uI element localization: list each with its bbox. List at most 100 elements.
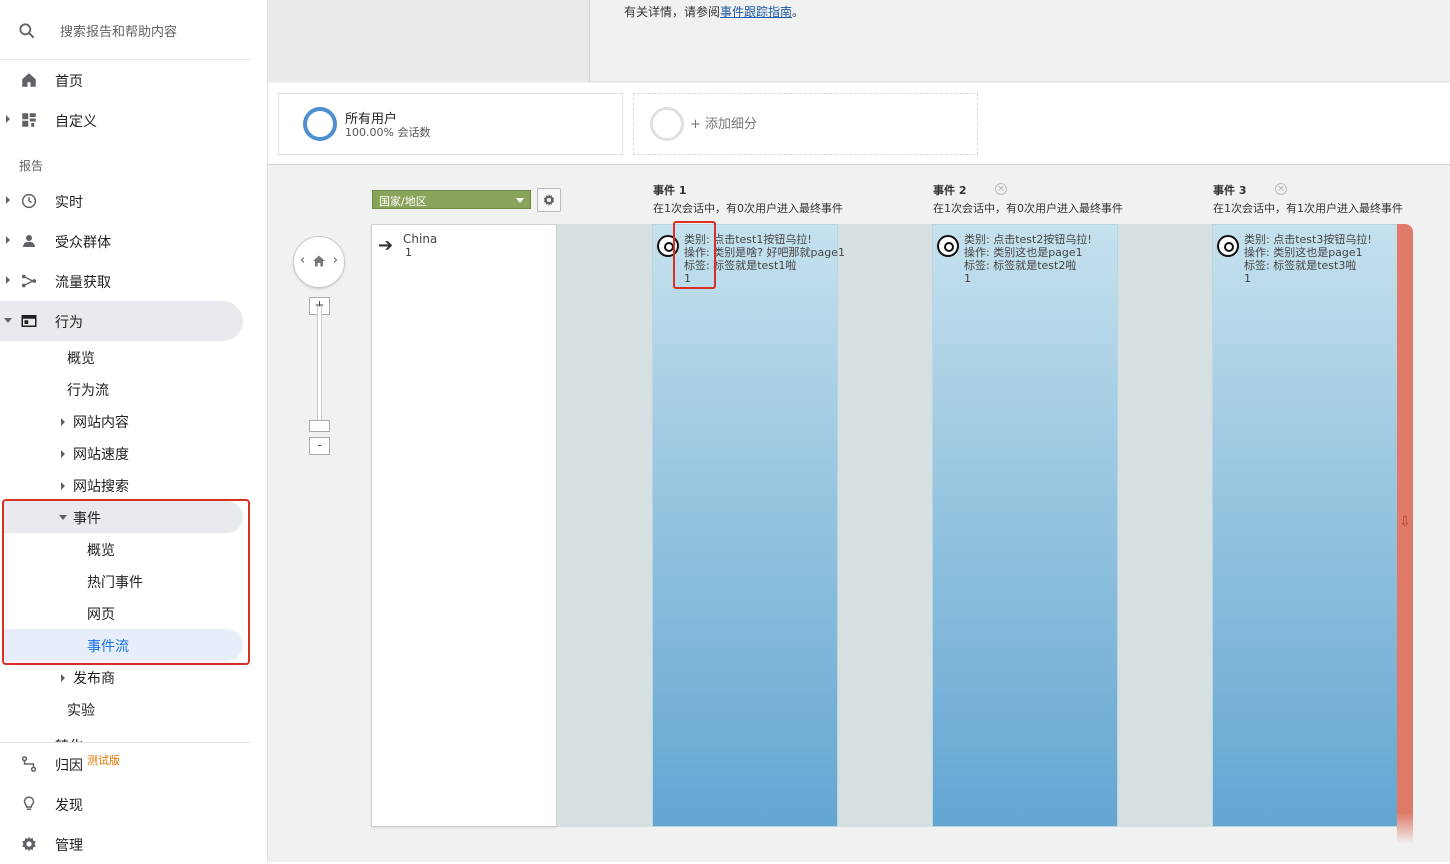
sidebar: 搜索报告和帮助内容 首页 自定义 报告 实时 受众群体 流量获取 行为 概览 行… xyxy=(0,0,268,862)
flow-link xyxy=(557,224,652,827)
event-category: 类别: 点击test2按钮乌拉! xyxy=(964,233,1092,246)
gear-icon xyxy=(543,194,555,206)
gear-icon xyxy=(22,836,36,852)
nav-behavior-label: 行为 xyxy=(55,315,83,331)
expand-icon xyxy=(6,236,10,244)
nav-site-search[interactable]: 网站搜索 xyxy=(0,469,243,501)
nav-discover-label: 发现 xyxy=(55,798,83,814)
event-column-subtitle: 在1次会话中，有1次用户进入最终事件 xyxy=(1213,202,1403,215)
add-segment-button[interactable]: + 添加细分 xyxy=(633,93,978,155)
expand-icon xyxy=(6,115,10,123)
flow-link xyxy=(1117,224,1212,827)
event-count: 1 xyxy=(964,272,971,285)
person-icon xyxy=(23,235,35,247)
main-content: 有关详情，请参阅事件跟踪指南。 所有用户 100.00% 会话数 + 添加细分 … xyxy=(268,0,1450,862)
behavior-icon xyxy=(21,315,37,327)
nav-publisher-label: 发布商 xyxy=(73,671,115,687)
event-count: 1 xyxy=(1244,272,1251,285)
remove-step-icon[interactable]: × xyxy=(995,183,1007,195)
entry-arrow-icon: ➔ xyxy=(378,235,394,256)
start-node-count: 1 xyxy=(405,246,412,259)
zoom-out-button[interactable]: - xyxy=(309,437,330,455)
beta-badge: 测试版 xyxy=(87,754,120,767)
collapse-icon xyxy=(4,318,12,323)
info-left-pane xyxy=(268,0,590,82)
expand-icon xyxy=(6,276,10,284)
event-tracking-guide-link[interactable]: 事件跟踪指南 xyxy=(720,5,792,19)
event-action: 操作: 类别这也是page1 xyxy=(964,246,1083,259)
info-text: 有关详情，请参阅事件跟踪指南。 xyxy=(624,3,804,20)
dimension-select-value: 国家/地区 xyxy=(379,195,427,208)
search-bar[interactable]: 搜索报告和帮助内容 xyxy=(0,0,251,60)
nav-acquisition-label: 流量获取 xyxy=(55,275,111,291)
nav-attribution[interactable]: 归因 xyxy=(0,744,243,784)
nav-behavior[interactable]: 行为 xyxy=(0,301,243,341)
start-node-name: China xyxy=(403,232,438,246)
pan-left-icon[interactable]: ‹ xyxy=(300,253,305,268)
home-icon[interactable] xyxy=(311,253,327,269)
event-node[interactable]: 类别: 点击test2按钮乌拉! 操作: 类别这也是page1 标签: 标签就是… xyxy=(932,224,1118,827)
nav-site-content[interactable]: 网站内容 xyxy=(0,405,243,437)
nav-site-speed-label: 网站速度 xyxy=(73,447,129,463)
add-segment-label: + 添加细分 xyxy=(690,117,758,132)
events-flow-canvas: 国家/地区 ‹ › + - ➔ China 1 事件 1 在1次会话中，有0次用… xyxy=(268,166,1450,862)
event-node-text: 类别: 点击test3按钮乌拉! 操作: 类别这也是page1 标签: 标签就是… xyxy=(1244,233,1372,285)
event-action: 操作: 类别这也是page1 xyxy=(1244,246,1363,259)
nav-behavior-overview-label: 概览 xyxy=(67,351,95,367)
event-node-text: 类别: 点击test2按钮乌拉! 操作: 类别这也是page1 标签: 标签就是… xyxy=(964,233,1092,285)
nav-customize[interactable]: 自定义 xyxy=(0,100,243,140)
dropoff-bar[interactable]: ⇩ xyxy=(1397,224,1413,844)
event-column-subtitle: 在1次会话中，有0次用户进入最终事件 xyxy=(653,202,843,215)
dimension-select[interactable]: 国家/地区 xyxy=(372,190,531,209)
pan-control[interactable]: ‹ › xyxy=(293,236,345,288)
nav-discover[interactable]: 发现 xyxy=(0,784,243,824)
home-icon xyxy=(22,73,36,87)
zoom-slider-handle[interactable] xyxy=(309,420,330,432)
info-suffix: 。 xyxy=(792,5,805,19)
attribution-icon xyxy=(21,756,37,772)
nav-audience[interactable]: 受众群体 xyxy=(0,221,243,261)
event-column-title: 事件 2 xyxy=(933,184,967,197)
nav-acquisition[interactable]: 流量获取 xyxy=(0,261,243,301)
event-node[interactable]: 类别: 点击test3按钮乌拉! 操作: 类别这也是page1 标签: 标签就是… xyxy=(1212,224,1398,827)
nav-home[interactable]: 首页 xyxy=(0,60,243,100)
clock-icon xyxy=(21,193,37,209)
expand-icon xyxy=(61,450,65,458)
reports-section-label: 报告 xyxy=(19,159,44,173)
nav-admin[interactable]: 管理 xyxy=(0,824,243,864)
search-input[interactable]: 搜索报告和帮助内容 xyxy=(60,21,177,40)
nav-audience-label: 受众群体 xyxy=(55,235,111,251)
nav-experiments[interactable]: 实验 xyxy=(0,693,243,725)
event-icon xyxy=(1217,235,1239,257)
pan-right-icon[interactable]: › xyxy=(333,253,338,268)
nav-realtime[interactable]: 实时 xyxy=(0,181,243,221)
nav-conversions-partial[interactable]: 转化 xyxy=(0,733,251,742)
nav-admin-label: 管理 xyxy=(55,838,83,854)
info-prefix: 有关详情，请参阅 xyxy=(624,5,721,19)
sidebar-highlight-box xyxy=(2,499,250,665)
flow-settings-button[interactable] xyxy=(537,188,561,212)
expand-icon xyxy=(61,482,65,490)
event-column-title: 事件 1 xyxy=(653,184,687,197)
nav-site-search-label: 网站搜索 xyxy=(73,479,129,495)
nav-experiments-label: 实验 xyxy=(67,703,95,719)
start-node[interactable]: ➔ China 1 xyxy=(371,224,557,827)
nav-behavior-overview[interactable]: 概览 xyxy=(0,341,243,373)
segment-all-users[interactable]: 所有用户 100.00% 会话数 xyxy=(278,93,623,155)
event-category: 类别: 点击test3按钮乌拉! xyxy=(1244,233,1372,246)
event-column-header: 事件 3 在1次会话中，有1次用户进入最终事件 × xyxy=(1213,182,1403,216)
event-label: 标签: 标签就是test2啦 xyxy=(964,259,1077,272)
flow-link xyxy=(837,224,932,827)
nav-site-speed[interactable]: 网站速度 xyxy=(0,437,243,469)
segment-subtitle: 100.00% 会话数 xyxy=(345,126,431,139)
remove-step-icon[interactable]: × xyxy=(1275,183,1287,195)
event-node[interactable]: 类别: 点击test1按钮乌拉! 操作: 类别是啥? 好吧那就page1 标签:… xyxy=(652,224,845,827)
segment-bar: 所有用户 100.00% 会话数 + 添加细分 xyxy=(268,83,1450,165)
event-column-header: 事件 1 在1次会话中，有0次用户进入最终事件 xyxy=(653,182,843,216)
nav-behavior-flow[interactable]: 行为流 xyxy=(0,373,243,405)
zoom-slider[interactable] xyxy=(317,306,322,426)
event-column-title: 事件 3 xyxy=(1213,184,1247,197)
nav-behavior-flow-label: 行为流 xyxy=(67,383,109,399)
nav-home-label: 首页 xyxy=(55,74,83,90)
nav-publisher[interactable]: 发布商 xyxy=(0,661,243,693)
